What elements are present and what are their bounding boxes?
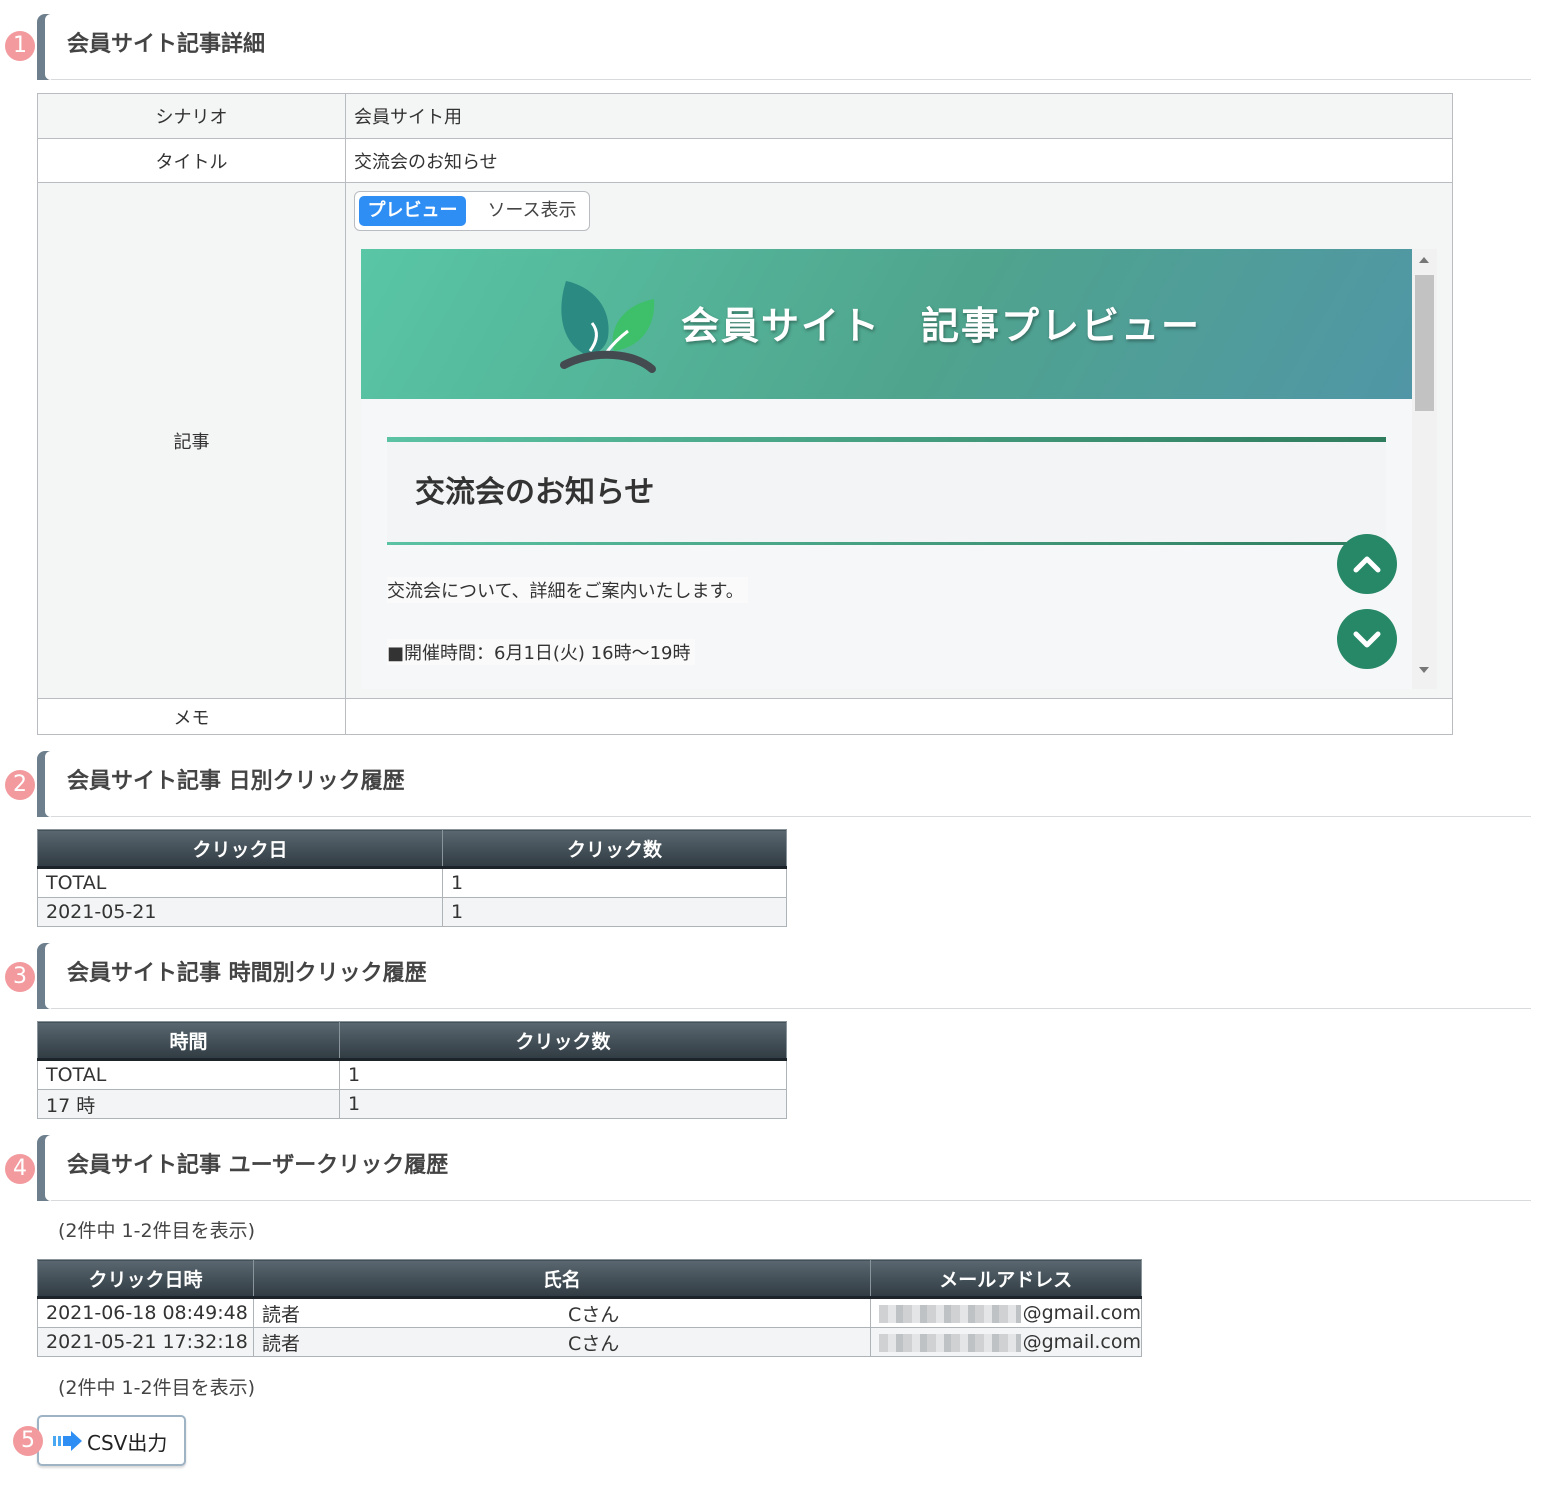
column-header: 氏名 bbox=[252, 1259, 871, 1299]
detail-label: 記事 bbox=[38, 183, 346, 698]
column-header: クリック数 bbox=[339, 1021, 787, 1061]
column-header: メールアドレス bbox=[869, 1259, 1143, 1299]
first-name: Cさん bbox=[567, 1303, 620, 1326]
detail-label: シナリオ bbox=[38, 94, 346, 138]
chevron-up-icon bbox=[1353, 556, 1381, 573]
table-cell: 1 bbox=[442, 897, 787, 927]
csv-export-button[interactable]: CSV出力 bbox=[37, 1415, 186, 1466]
preview-scrollbar[interactable] bbox=[1412, 249, 1437, 689]
preview-frame[interactable]: 会員サイト 記事プレビュー 交流会のお知らせ 交流会について、詳細をご案内いたし… bbox=[361, 249, 1437, 689]
hourly-click-table: 時間 クリック数 TOTAL 1 17 時 1 bbox=[37, 1021, 787, 1119]
detail-value: 交流会のお知らせ bbox=[354, 151, 498, 173]
detail-label: メモ bbox=[38, 699, 346, 734]
preview-hero-title: 会員サイト 記事プレビュー bbox=[681, 304, 1202, 348]
scroll-down-button[interactable] bbox=[1337, 609, 1397, 669]
preview-paragraph: ■開催時間：6月1日(火) 16時～19時 bbox=[387, 639, 695, 665]
table-row: 2021-06-18 08:49:48 読者 Cさん @gmail.com bbox=[37, 1297, 1143, 1328]
article-cell: プレビュー ソース表示 会員サイト 記事プレビュー 交流会のお知らせ 交流会につ… bbox=[346, 183, 1452, 698]
user-name-cell: 読者 Cさん bbox=[252, 1327, 871, 1357]
tab-preview[interactable]: プレビュー bbox=[359, 196, 466, 226]
column-header: クリック日 bbox=[37, 829, 443, 869]
table-cell: 17 時 bbox=[37, 1089, 340, 1119]
table-row: 2021-05-21 17:32:18 読者 Cさん @gmail.com bbox=[37, 1327, 1143, 1357]
section-title: 会員サイト記事 日別クリック履歴 bbox=[67, 769, 405, 794]
last-name: 読者 bbox=[261, 1303, 300, 1326]
table-cell: 1 bbox=[442, 867, 787, 898]
csv-export-label: CSV出力 bbox=[87, 1431, 168, 1455]
table-cell: 1 bbox=[339, 1089, 787, 1119]
scroll-arrow-down-icon[interactable] bbox=[1419, 667, 1429, 673]
preview-hero-banner: 会員サイト 記事プレビュー bbox=[361, 249, 1412, 399]
table-cell: 1 bbox=[339, 1059, 787, 1090]
detail-value bbox=[346, 699, 1452, 734]
view-tabs: プレビュー ソース表示 bbox=[354, 191, 590, 231]
chevron-down-icon bbox=[1353, 631, 1381, 648]
redacted-email bbox=[878, 1333, 1021, 1352]
section-title: 会員サイト記事 ユーザークリック履歴 bbox=[67, 1153, 449, 1178]
preview-article-title: 交流会のお知らせ bbox=[415, 475, 655, 510]
table-row: TOTAL 1 bbox=[37, 1059, 787, 1090]
last-name: 読者 bbox=[261, 1332, 300, 1355]
email-domain: @gmail.com bbox=[1022, 1302, 1141, 1324]
user-click-table: クリック日時 氏名 メールアドレス 2021-06-18 08:49:48 読者… bbox=[37, 1259, 1143, 1357]
user-name-cell: 読者 Cさん bbox=[252, 1297, 871, 1328]
leaf-logo-icon bbox=[560, 281, 656, 373]
preview-paragraph: 交流会について、詳細をご案内いたします。 bbox=[387, 577, 748, 603]
detail-row-scenario: シナリオ 会員サイト用 bbox=[38, 94, 1452, 139]
step-badge-5: 5 bbox=[13, 1426, 43, 1456]
redacted-email bbox=[878, 1304, 1021, 1323]
tab-source[interactable]: ソース表示 bbox=[479, 196, 585, 226]
section-header-detail: 会員サイト記事詳細 bbox=[37, 14, 1531, 80]
scroll-up-button[interactable] bbox=[1337, 534, 1397, 594]
table-cell: TOTAL bbox=[37, 867, 443, 898]
step-badge-1: 1 bbox=[5, 31, 35, 61]
result-count-top: (2件中 1-2件目を表示) bbox=[58, 1220, 255, 1242]
table-cell: 2021-05-21 bbox=[37, 897, 443, 927]
email-cell: @gmail.com bbox=[869, 1297, 1143, 1328]
detail-row-memo: メモ bbox=[38, 699, 1452, 734]
table-row: 17 時 1 bbox=[37, 1089, 787, 1119]
table-row: 2021-05-21 1 bbox=[37, 897, 787, 927]
arrow-right-icon bbox=[53, 1431, 82, 1451]
article-detail-table: シナリオ 会員サイト用 タイトル 交流会のお知らせ 記事 プレビュー ソース表示 bbox=[37, 93, 1453, 735]
email-cell: @gmail.com bbox=[869, 1327, 1143, 1357]
first-name: Cさん bbox=[567, 1332, 620, 1355]
table-cell: TOTAL bbox=[37, 1059, 340, 1090]
daily-click-table: クリック日 クリック数 TOTAL 1 2021-05-21 1 bbox=[37, 829, 787, 927]
click-datetime-cell: 2021-06-18 08:49:48 bbox=[37, 1297, 254, 1328]
column-header: クリック数 bbox=[442, 829, 787, 869]
step-badge-4: 4 bbox=[5, 1154, 35, 1184]
section-title: 会員サイト記事詳細 bbox=[67, 32, 266, 57]
step-badge-2: 2 bbox=[5, 770, 35, 800]
section-header-daily: 会員サイト記事 日別クリック履歴 bbox=[37, 751, 1531, 817]
column-header: 時間 bbox=[37, 1021, 340, 1061]
detail-value: 会員サイト用 bbox=[354, 107, 462, 128]
detail-row-article: 記事 プレビュー ソース表示 会員サイト 記事プレビュー 交流会のお知らせ 交流… bbox=[38, 183, 1452, 699]
scroll-thumb[interactable] bbox=[1415, 275, 1434, 411]
column-header: クリック日時 bbox=[37, 1259, 254, 1299]
section-header-users: 会員サイト記事 ユーザークリック履歴 bbox=[37, 1135, 1531, 1201]
table-row: TOTAL 1 bbox=[37, 867, 787, 898]
detail-row-title: タイトル 交流会のお知らせ bbox=[38, 139, 1452, 183]
preview-article-title-box: 交流会のお知らせ bbox=[387, 437, 1386, 545]
step-badge-3: 3 bbox=[5, 962, 35, 992]
result-count-bottom: (2件中 1-2件目を表示) bbox=[58, 1377, 255, 1399]
detail-label: タイトル bbox=[38, 139, 346, 182]
scroll-arrow-up-icon[interactable] bbox=[1419, 257, 1429, 263]
email-domain: @gmail.com bbox=[1022, 1331, 1141, 1353]
click-datetime-cell: 2021-05-21 17:32:18 bbox=[37, 1327, 254, 1357]
section-title: 会員サイト記事 時間別クリック履歴 bbox=[67, 961, 427, 986]
section-header-hourly: 会員サイト記事 時間別クリック履歴 bbox=[37, 943, 1531, 1009]
